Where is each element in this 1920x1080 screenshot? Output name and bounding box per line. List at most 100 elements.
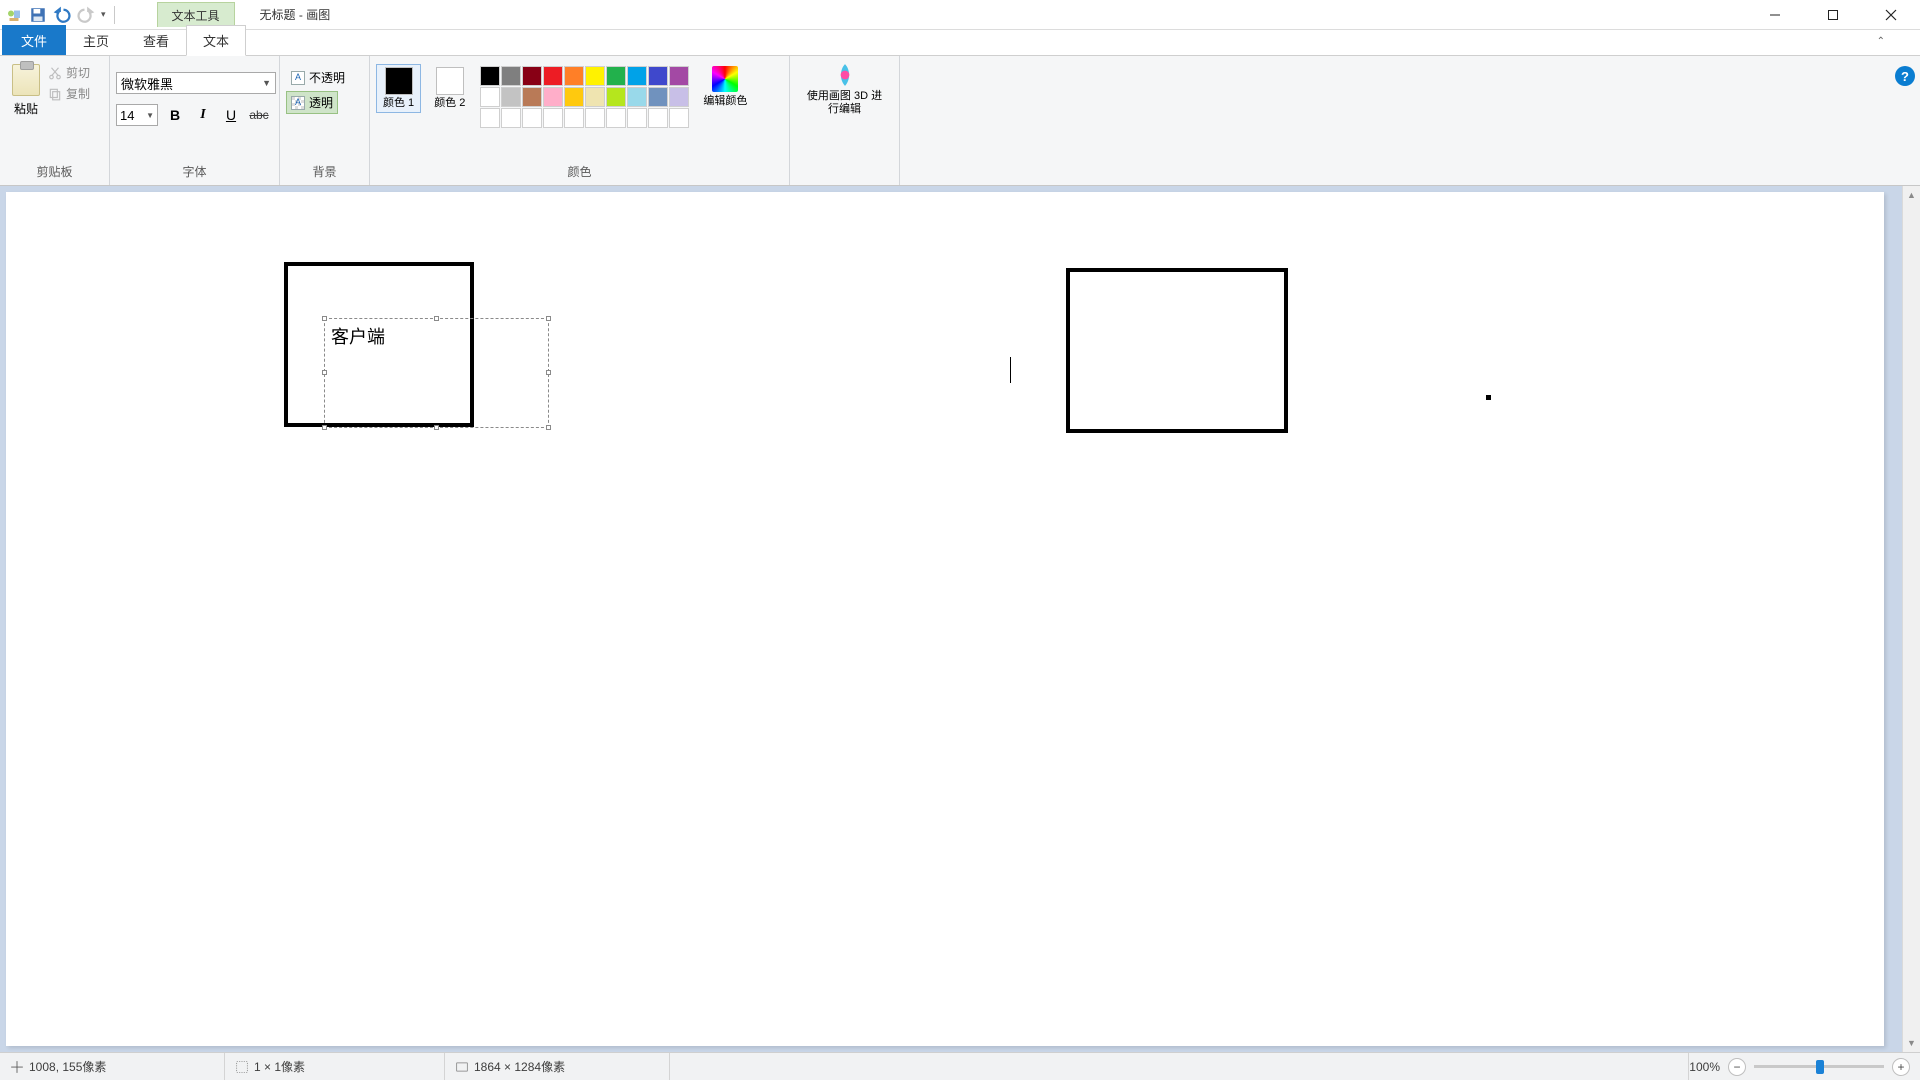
paste-icon xyxy=(12,64,40,96)
color2-swatch xyxy=(436,67,464,95)
color1-button[interactable]: 颜色 1 xyxy=(376,64,421,113)
resize-handle[interactable] xyxy=(322,425,327,430)
tab-file[interactable]: 文件 xyxy=(2,25,66,55)
color1-swatch xyxy=(385,67,413,95)
zoom-out-button[interactable]: − xyxy=(1728,1058,1746,1076)
copy-label: 复制 xyxy=(66,85,90,102)
zoom-slider[interactable] xyxy=(1754,1065,1884,1068)
palette-color[interactable] xyxy=(522,66,542,86)
palette-color[interactable] xyxy=(501,108,521,128)
collapse-ribbon-icon[interactable]: ⌃ xyxy=(1877,36,1885,47)
minimize-button[interactable] xyxy=(1746,0,1804,30)
zoom-slider-thumb[interactable] xyxy=(1816,1060,1824,1074)
undo-icon[interactable] xyxy=(53,6,71,24)
paint3d-button[interactable]: 使用画图 3D 进行编辑 xyxy=(797,60,893,117)
palette-color[interactable] xyxy=(648,108,668,128)
maximize-button[interactable] xyxy=(1804,0,1862,30)
canvas-size-value: 1864 × 1284像素 xyxy=(474,1058,565,1075)
palette-color[interactable] xyxy=(648,87,668,107)
italic-button[interactable]: I xyxy=(192,104,214,126)
group-font: 微软雅黑 ▼ 14 ▼ B I U abc 字体 xyxy=(110,56,280,185)
resize-handle[interactable] xyxy=(434,425,439,430)
group-label-background: 背景 xyxy=(286,160,363,185)
save-icon[interactable] xyxy=(29,6,47,24)
palette-color[interactable] xyxy=(480,87,500,107)
palette-color[interactable] xyxy=(627,87,647,107)
resize-handle[interactable] xyxy=(322,370,327,375)
cursor-pos-value: 1008, 155像素 xyxy=(29,1058,106,1075)
palette-color[interactable] xyxy=(669,66,689,86)
palette-color[interactable] xyxy=(543,108,563,128)
paste-button[interactable]: 粘贴 xyxy=(6,60,46,121)
resize-handle[interactable] xyxy=(546,370,551,375)
palette-color[interactable] xyxy=(522,87,542,107)
separator xyxy=(114,6,115,24)
scroll-down-icon[interactable]: ▼ xyxy=(1903,1034,1920,1052)
rainbow-icon xyxy=(712,66,738,92)
opaque-button[interactable]: 不透明 xyxy=(286,66,350,89)
scroll-up-icon[interactable]: ▲ xyxy=(1903,186,1920,204)
text-box-content[interactable]: 客户端 xyxy=(325,319,548,353)
group-background: 不透明 透明 背景 xyxy=(280,56,370,185)
palette-color[interactable] xyxy=(627,108,647,128)
text-box[interactable]: 客户端 xyxy=(324,318,549,428)
palette-color[interactable] xyxy=(543,66,563,86)
palette-color[interactable] xyxy=(669,108,689,128)
transparent-label: 透明 xyxy=(309,94,333,111)
palette-color[interactable] xyxy=(564,108,584,128)
font-size-select[interactable]: 14 ▼ xyxy=(116,104,158,126)
font-family-value: 微软雅黑 xyxy=(121,74,173,93)
palette-color[interactable] xyxy=(585,66,605,86)
tab-home[interactable]: 主页 xyxy=(66,25,126,55)
group-label-font: 字体 xyxy=(116,160,273,185)
palette-color[interactable] xyxy=(606,87,626,107)
paint3d-icon xyxy=(832,62,858,88)
palette-color[interactable] xyxy=(648,66,668,86)
tab-view[interactable]: 查看 xyxy=(126,25,186,55)
color2-button[interactable]: 颜色 2 xyxy=(427,64,472,113)
palette-color[interactable] xyxy=(564,66,584,86)
palette-color[interactable] xyxy=(522,108,542,128)
palette-color[interactable] xyxy=(501,87,521,107)
edit-colors-button[interactable]: 编辑颜色 xyxy=(697,64,753,110)
resize-handle[interactable] xyxy=(546,425,551,430)
group-label-empty xyxy=(796,163,893,185)
drawn-dot xyxy=(1486,395,1491,400)
resize-handle[interactable] xyxy=(434,316,439,321)
tab-text[interactable]: 文本 xyxy=(186,25,246,56)
close-button[interactable] xyxy=(1862,0,1920,30)
zoom-in-button[interactable]: + xyxy=(1892,1058,1910,1076)
font-family-select[interactable]: 微软雅黑 ▼ xyxy=(116,72,276,94)
resize-handle[interactable] xyxy=(546,316,551,321)
opaque-label: 不透明 xyxy=(309,69,345,86)
transparent-button[interactable]: 透明 xyxy=(286,91,338,114)
title-bar: ▾ 文本工具 无标题 - 画图 xyxy=(0,0,1920,30)
help-icon[interactable]: ? xyxy=(1895,66,1915,86)
palette-color[interactable] xyxy=(480,108,500,128)
palette-color[interactable] xyxy=(669,87,689,107)
canvas[interactable]: 客户端 xyxy=(6,192,1884,1046)
underline-button[interactable]: U xyxy=(220,104,242,126)
redo-icon[interactable] xyxy=(77,6,95,24)
ribbon-tabs: 文件 主页 查看 文本 ⌃ ? xyxy=(0,30,1920,56)
canvas-container: 客户端 xyxy=(6,192,1884,1046)
palette-color[interactable] xyxy=(606,108,626,128)
palette-color[interactable] xyxy=(501,66,521,86)
copy-button: 复制 xyxy=(48,85,90,102)
palette-color[interactable] xyxy=(627,66,647,86)
palette-color[interactable] xyxy=(543,87,563,107)
palette-color[interactable] xyxy=(564,87,584,107)
palette-color[interactable] xyxy=(585,108,605,128)
vertical-scrollbar[interactable]: ▲ ▼ xyxy=(1902,186,1920,1052)
ribbon: 粘贴 剪切 复制 剪贴板 微软雅黑 ▼ 1 xyxy=(0,56,1920,186)
copy-icon xyxy=(48,87,62,101)
palette-color[interactable] xyxy=(480,66,500,86)
status-canvas-size: 1864 × 1284像素 xyxy=(445,1053,670,1080)
qat-dropdown-icon[interactable]: ▾ xyxy=(101,9,106,20)
palette-color[interactable] xyxy=(585,87,605,107)
strikethrough-button[interactable]: abc xyxy=(248,104,270,126)
resize-handle[interactable] xyxy=(322,316,327,321)
chevron-down-icon: ▼ xyxy=(146,111,154,120)
palette-color[interactable] xyxy=(606,66,626,86)
bold-button[interactable]: B xyxy=(164,104,186,126)
